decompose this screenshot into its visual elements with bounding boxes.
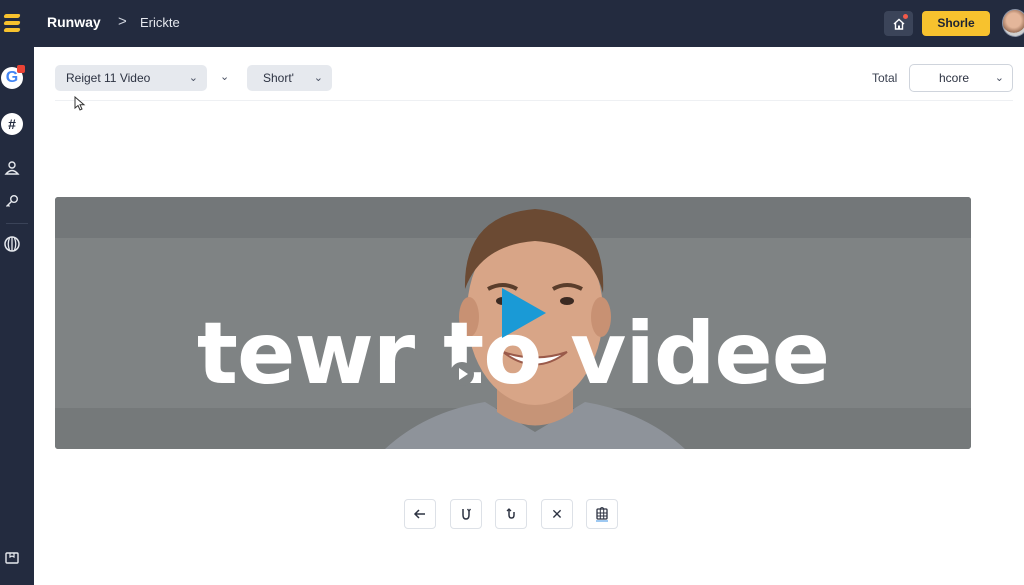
mouse-cursor-icon xyxy=(74,96,86,111)
toolbar-divider xyxy=(55,100,1013,101)
back-button[interactable] xyxy=(404,499,436,529)
chevron-down-icon: ⌄ xyxy=(188,72,198,84)
video-player[interactable]: tewr to videe xyxy=(55,197,971,449)
sidebar: G # xyxy=(0,47,34,585)
sidebar-folder-icon[interactable] xyxy=(1,547,23,569)
breadcrumb-page[interactable]: Erickte xyxy=(140,15,180,30)
arrow-left-icon xyxy=(413,509,425,519)
close-icon: ✕ xyxy=(551,505,563,522)
score-select[interactable]: hcore ⌄ xyxy=(909,64,1013,92)
breadcrumb-separator: > xyxy=(118,13,127,30)
sidebar-google-icon[interactable]: G xyxy=(1,65,25,89)
score-select-label: hcore xyxy=(939,71,970,85)
stripes-logo-icon[interactable] xyxy=(0,12,24,34)
chevron-down-icon[interactable]: ⌄ xyxy=(220,70,229,83)
save-icon xyxy=(596,507,608,522)
share-button[interactable]: Shorle xyxy=(922,11,990,36)
sidebar-hash-icon[interactable]: # xyxy=(1,113,23,135)
video-select[interactable]: Reiget 11 Video ⌄ xyxy=(55,65,207,91)
notification-dot xyxy=(903,14,908,19)
magnet-icon xyxy=(462,508,472,520)
video-select-label: Reiget 11 Video xyxy=(66,71,151,85)
magnet-button[interactable] xyxy=(450,499,482,529)
breadcrumb-app[interactable]: Runway xyxy=(47,14,101,30)
play-icon[interactable] xyxy=(450,362,474,386)
close-button[interactable]: ✕ xyxy=(541,499,573,529)
home-button[interactable] xyxy=(884,11,913,36)
sidebar-badge xyxy=(17,65,25,73)
save-button[interactable] xyxy=(586,499,618,529)
avatar[interactable] xyxy=(1002,9,1024,37)
hash-symbol: # xyxy=(8,116,16,132)
sidebar-globe-icon[interactable] xyxy=(1,233,23,255)
sidebar-divider xyxy=(6,223,28,224)
short-select-label: Short' xyxy=(263,71,294,85)
short-select[interactable]: Short' ⌄ xyxy=(247,65,332,91)
chevron-down-icon: ⌄ xyxy=(313,72,323,84)
magnet-icon xyxy=(506,508,515,519)
link-button[interactable] xyxy=(495,499,527,529)
total-label: Total xyxy=(872,71,898,85)
sidebar-key-icon[interactable] xyxy=(1,190,23,212)
sidebar-user-icon[interactable] xyxy=(1,157,23,179)
play-icon[interactable] xyxy=(499,285,549,341)
chevron-down-icon: ⌄ xyxy=(994,72,1004,84)
top-bar: Runway > Erickte Shorle xyxy=(0,0,1024,47)
